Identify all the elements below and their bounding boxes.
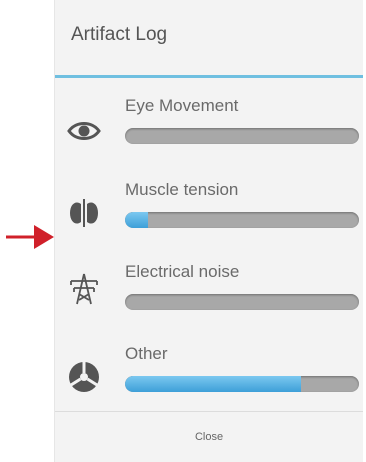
pointer-arrow-icon xyxy=(6,225,54,249)
level-bar xyxy=(125,376,359,392)
screen: Artifact Log Eye Movement Muscle tension xyxy=(0,0,366,462)
level-bar xyxy=(125,128,359,144)
artifact-log-panel: Artifact Log Eye Movement Muscle tension xyxy=(54,0,363,462)
panel-footer: Close xyxy=(55,411,363,462)
artifact-item-other[interactable]: Other xyxy=(55,338,363,422)
artifact-item-eye-movement[interactable]: Eye Movement xyxy=(55,90,363,174)
artifact-label: Eye Movement xyxy=(125,96,239,115)
level-bar xyxy=(125,212,359,228)
panel-title: Artifact Log xyxy=(71,23,168,45)
panel-header: Artifact Log xyxy=(55,0,363,78)
artifact-label: Muscle tension xyxy=(125,180,239,199)
eye-icon xyxy=(67,122,101,140)
power-tower-icon xyxy=(70,273,98,305)
level-bar-fill xyxy=(125,212,149,228)
muscle-icon xyxy=(70,199,98,227)
level-bar-fill xyxy=(125,376,301,392)
close-button[interactable]: Close xyxy=(177,425,241,449)
other-icon xyxy=(69,362,99,392)
artifact-label: Other xyxy=(125,344,168,363)
artifact-label: Electrical noise xyxy=(125,262,240,281)
level-bar xyxy=(125,294,359,310)
artifact-item-muscle-tension[interactable]: Muscle tension xyxy=(55,174,363,258)
artifact-item-electrical-noise[interactable]: Electrical noise xyxy=(55,256,363,340)
